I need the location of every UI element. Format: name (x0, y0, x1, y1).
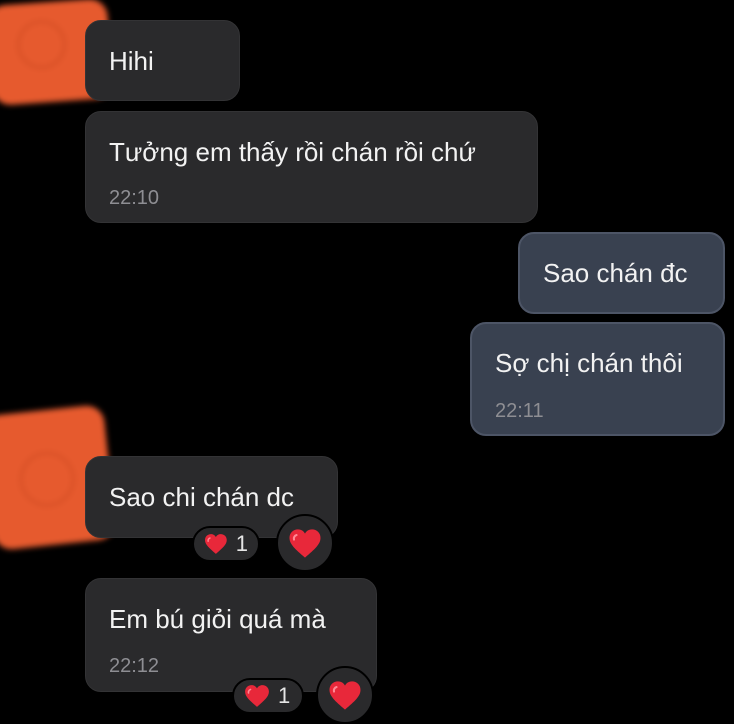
message-text: Sao chi chán dc (109, 482, 295, 512)
message-bubble-incoming[interactable]: Hihi (85, 20, 240, 101)
heart-icon (245, 685, 269, 707)
message-timestamp: 22:12 (109, 655, 160, 677)
message-text: Em bú giỏi quá mà (109, 604, 326, 634)
message-text: Hihi (109, 46, 154, 76)
heart-icon (329, 680, 361, 710)
message-text: Sợ chị chán thôi (495, 348, 683, 378)
message-bubble-outgoing[interactable]: Sợ chị chán thôi 22:11 (470, 322, 725, 436)
heart-reaction-button[interactable] (316, 666, 374, 724)
heart-icon (289, 528, 321, 558)
reaction-count: 1 (278, 683, 291, 708)
message-timestamp: 22:11 (495, 400, 544, 422)
message-text: Sao chán đc (543, 258, 688, 288)
reaction-count: 1 (235, 531, 248, 556)
heart-icon (204, 534, 227, 554)
message-bubble-incoming[interactable]: Tưởng em thấy rồi chán rồi chứ 22:10 (85, 111, 538, 223)
heart-reaction-button[interactable] (276, 514, 334, 572)
message-text: Tưởng em thấy rồi chán rồi chứ (109, 137, 476, 167)
message-bubble-outgoing[interactable]: Sao chán đc (518, 232, 725, 314)
message-timestamp: 22:10 (109, 187, 160, 209)
reaction-count-pill[interactable]: 1 (192, 526, 260, 562)
reaction-count-pill[interactable]: 1 (232, 678, 304, 714)
